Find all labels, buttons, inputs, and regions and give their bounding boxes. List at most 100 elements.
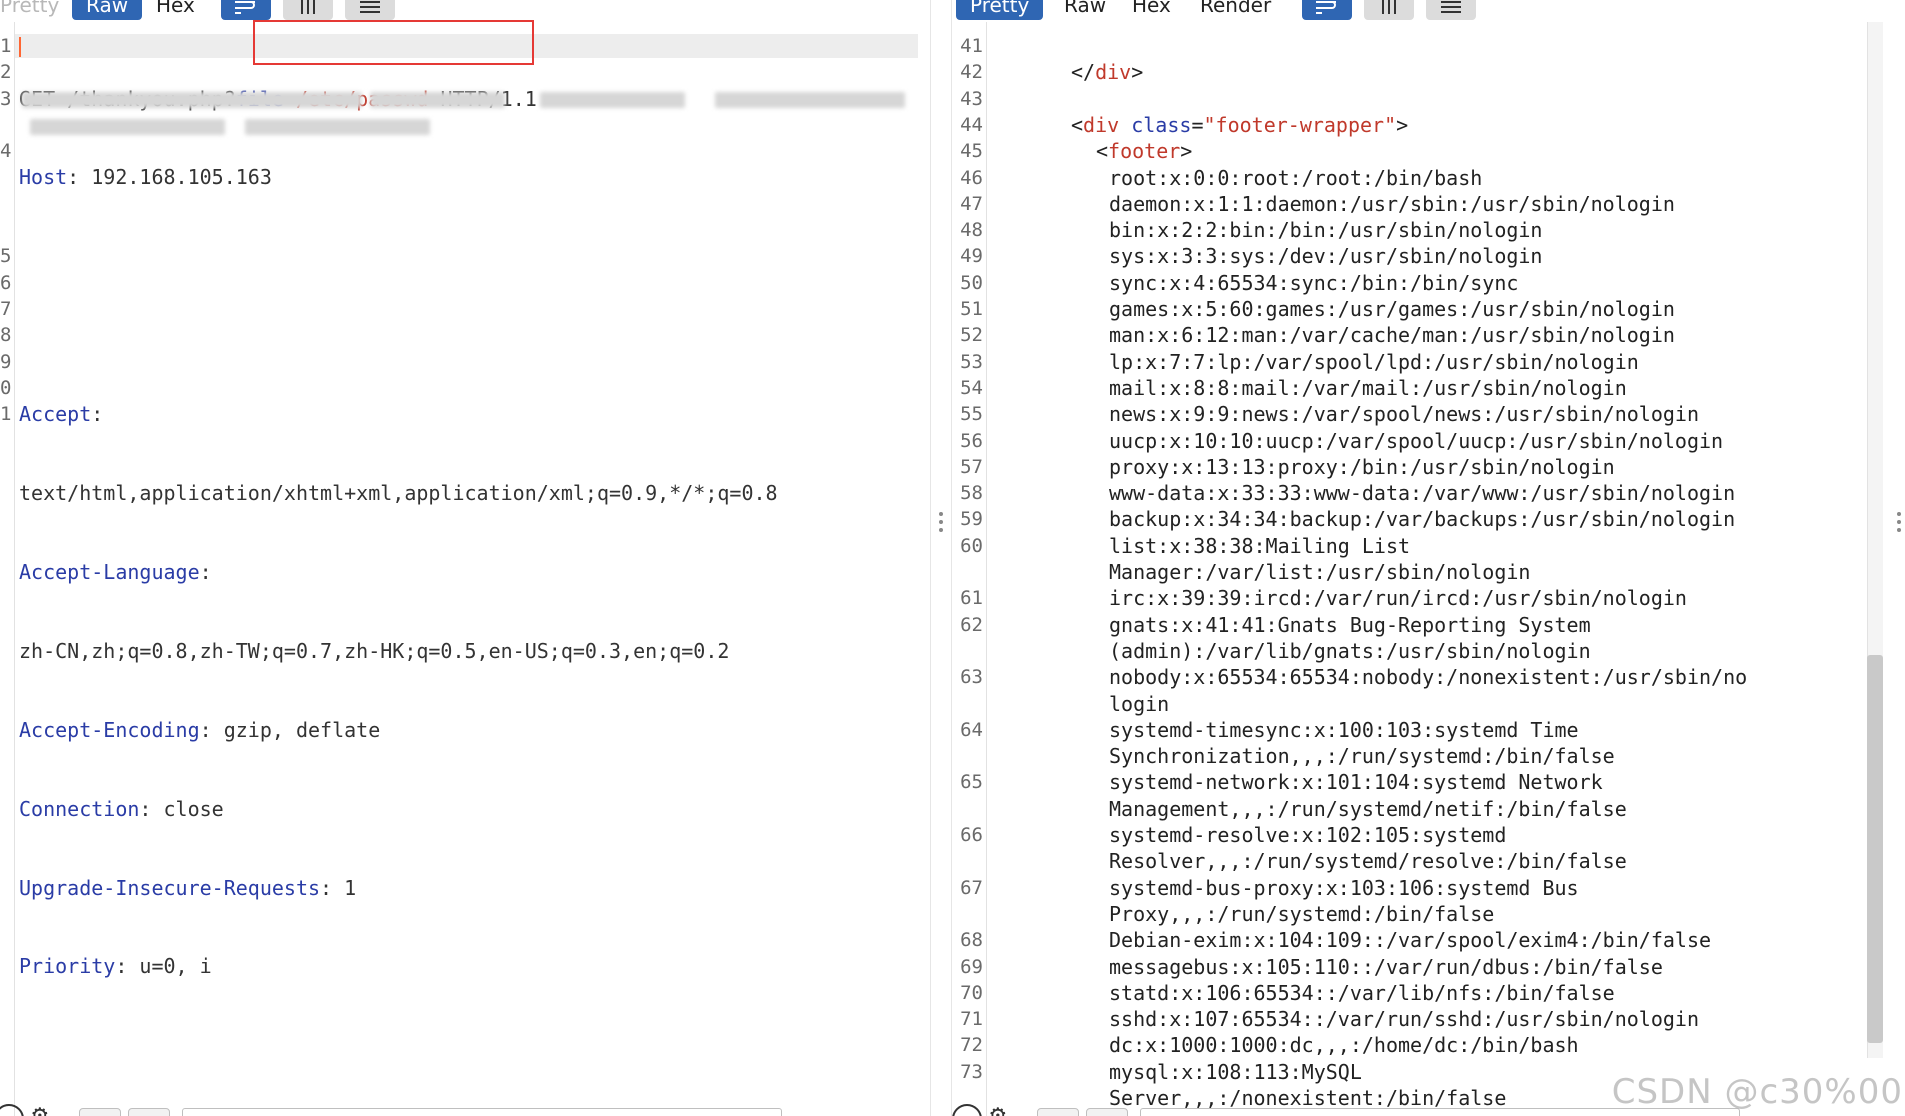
line-number: 41 — [960, 35, 983, 57]
drag-handle-icon[interactable] — [1897, 512, 1905, 536]
line-number: 56 — [960, 429, 983, 452]
response-text-line: lp:x:7:7:lp:/var/spool/lpd:/usr/sbin/nol… — [1109, 349, 1639, 374]
header-sep: : — [139, 796, 164, 821]
forward-button[interactable] — [1086, 1108, 1128, 1116]
header-name: Upgrade-Insecure-Requests — [19, 875, 321, 900]
line-number: 53 — [960, 350, 983, 373]
response-text-line: dc:x:1000:1000:dc,,,:/home/dc:/bin/bash — [1109, 1033, 1579, 1058]
gutter-border — [986, 22, 987, 1116]
response-text-line: Manager:/var/list:/usr/sbin/nologin — [1109, 560, 1531, 584]
response-scrollbar-thumb[interactable] — [1867, 655, 1883, 1043]
line-number — [0, 112, 10, 138]
line-number: 46 — [960, 166, 983, 189]
pane-divider[interactable] — [930, 0, 952, 1116]
request-tab-raw[interactable]: Raw — [72, 0, 143, 20]
line-number: 48 — [960, 219, 983, 242]
request-tab-hex[interactable]: Hex — [142, 0, 209, 20]
header-name: Host — [19, 165, 68, 190]
insert-newline-button[interactable] — [1364, 0, 1414, 20]
response-text-line: sshd:x:107:65534::/var/run/sshd:/usr/sbi… — [1109, 1007, 1700, 1032]
line-number: 4 — [0, 140, 12, 163]
help-icon[interactable] — [0, 1104, 24, 1116]
gutter-border — [14, 22, 15, 1116]
header-value-line: zh-CN,zh;q=0.8,zh-TW;q=0.7,zh-HK;q=0.5,e… — [19, 638, 778, 664]
response-toolbar: Pretty Raw Hex Render — [952, 0, 1905, 22]
line-number: 62 — [960, 613, 983, 636]
line-number: 1 — [0, 403, 12, 426]
line-number: 63 — [960, 666, 983, 689]
response-text-line: backup:x:34:34:backup:/var/backups:/usr/… — [1109, 507, 1736, 532]
response-tab-hex[interactable]: Hex — [1118, 0, 1185, 20]
line-number: 9 — [0, 350, 12, 373]
response-text-line: systemd-network:x:101:104:systemd Networ… — [1109, 770, 1603, 795]
line-number — [0, 191, 10, 217]
line-number: 50 — [960, 271, 983, 294]
watermark: CSDN @c30%00 — [1611, 1072, 1903, 1112]
response-text-line: Proxy,,,:/run/systemd:/bin/false — [1109, 901, 1495, 926]
line-number: 5 — [0, 245, 12, 268]
wrap-lines-icon — [1316, 1, 1336, 14]
header-value: gzip, deflate — [223, 717, 381, 742]
html-open-tag: <footer> — [1096, 139, 1193, 164]
header-line-accept: Accept: — [19, 401, 778, 427]
line-number: 64 — [960, 718, 983, 741]
insert-newline-button[interactable] — [283, 0, 333, 20]
line-number: 47 — [960, 192, 983, 215]
header-sep: : — [115, 954, 140, 979]
redacted-block — [370, 92, 505, 108]
line-number: 49 — [960, 245, 983, 268]
line-number: 66 — [960, 824, 983, 846]
gear-icon[interactable]: ⚙ — [32, 1102, 48, 1116]
line-number: 72 — [960, 1034, 983, 1057]
line-number: 52 — [960, 324, 983, 347]
header-name: Priority — [19, 954, 116, 979]
line-number: 71 — [960, 1008, 983, 1031]
gear-icon[interactable]: ⚙ — [990, 1102, 1006, 1116]
line-number: 43 — [960, 87, 983, 110]
header-sep: : — [67, 165, 92, 190]
header-value: u=0, i — [139, 954, 212, 979]
line-number: 1 — [0, 35, 12, 57]
back-button[interactable] — [1037, 1108, 1079, 1116]
response-menu-button[interactable] — [1426, 0, 1476, 20]
header-name: Connection — [19, 796, 140, 821]
redacted-block — [540, 92, 685, 108]
request-bottom-bar: ⚙ — [0, 1102, 930, 1116]
header-line-connection: Connection: close — [19, 796, 778, 822]
line-number — [0, 164, 10, 190]
wrap-lines-button[interactable] — [1302, 0, 1352, 20]
line-number: 68 — [960, 929, 983, 952]
redacted-block — [30, 119, 225, 135]
drag-handle-icon[interactable] — [939, 512, 944, 536]
line-number: 65 — [960, 771, 983, 794]
response-text-line: proxy:x:13:13:proxy:/bin:/usr/sbin/nolog… — [1109, 454, 1615, 479]
response-tab-render[interactable]: Render — [1186, 0, 1285, 20]
menu-icon — [360, 1, 380, 13]
line-number: 3 — [0, 87, 12, 110]
response-tab-pretty[interactable]: Pretty — [956, 0, 1044, 20]
line-number: 70 — [960, 981, 983, 1004]
header-value: zh-CN,zh;q=0.8,zh-TW;q=0.7,zh-HK;q=0.5,e… — [19, 638, 730, 663]
response-text-line: news:x:9:9:news:/var/spool/news:/usr/sbi… — [1109, 402, 1700, 427]
back-button[interactable] — [79, 1108, 121, 1116]
line-number — [0, 217, 10, 243]
request-tab-pretty[interactable]: Pretty — [0, 0, 73, 20]
response-text-line: systemd-bus-proxy:x:103:106:systemd Bus — [1109, 875, 1579, 900]
response-text-line: www-data:x:33:33:www-data:/var/www:/usr/… — [1109, 481, 1736, 506]
text-caret — [19, 37, 21, 57]
request-editor[interactable]: GET /thankyou.php?file=/etc/passwd HTTP/… — [19, 33, 778, 1032]
redacted-block — [22, 92, 362, 108]
request-search-input[interactable] — [182, 1108, 782, 1116]
request-line-numbers: 1 2 3 4 5 6 7 8 9 0 1 — [0, 33, 12, 1116]
request-toolbar: Pretty Raw Hex — [0, 0, 930, 22]
header-sep: : — [91, 402, 104, 427]
response-tab-raw[interactable]: Raw — [1050, 0, 1120, 20]
forward-button[interactable] — [128, 1108, 170, 1116]
line-number: 60 — [960, 534, 983, 557]
help-icon[interactable] — [952, 1104, 982, 1116]
menu-icon — [1441, 1, 1461, 13]
wrap-lines-button[interactable] — [221, 0, 271, 20]
request-menu-button[interactable] — [345, 0, 395, 20]
response-text-line: systemd-timesync:x:100:103:systemd Time — [1109, 717, 1579, 742]
response-text-line: uucp:x:10:10:uucp:/var/spool/uucp:/usr/s… — [1109, 428, 1724, 453]
